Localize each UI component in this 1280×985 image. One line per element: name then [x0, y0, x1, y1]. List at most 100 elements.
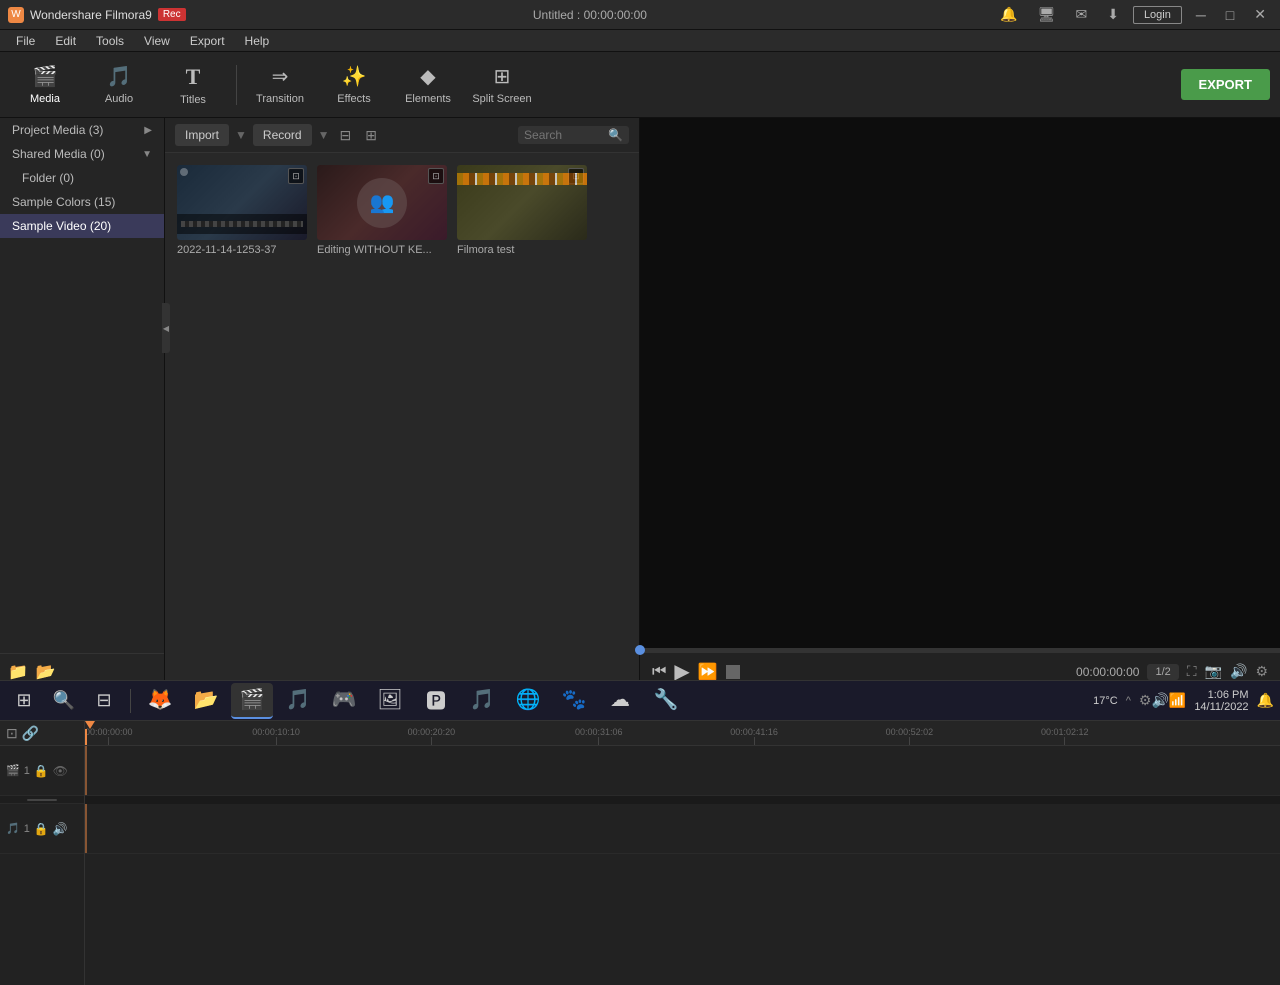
add-media-button[interactable]: 📁 [8, 662, 28, 682]
sidebar: Project Media (3) ▶ Shared Media (0) ▼ F… [0, 118, 165, 690]
maximize-button[interactable]: □ [1220, 5, 1240, 25]
system-tray-icons[interactable]: ⚙🔊📶 [1139, 692, 1186, 709]
new-folder-button[interactable]: 📂 [36, 662, 56, 682]
ruler-mark-2: 00:00:20:20 [408, 727, 456, 745]
date-display: 14/11/2022 [1194, 701, 1248, 713]
menu-edit[interactable]: Edit [47, 32, 84, 50]
login-button[interactable]: Login [1133, 6, 1182, 24]
page-indicator[interactable]: 1/2 [1147, 664, 1178, 680]
task-view-button[interactable]: ⊟ [86, 683, 122, 719]
grid-view-icon[interactable]: ⊞ [361, 125, 381, 146]
track-resize-handle[interactable] [0, 796, 84, 804]
taskbar-app-files[interactable]: 📂 [185, 683, 227, 719]
filter-icon[interactable]: ⊟ [335, 125, 355, 146]
taskbar-app-photoshop[interactable]: 🅿 [415, 683, 457, 719]
timeline-tracks[interactable] [85, 746, 1280, 985]
media-toolbar: Import ▼ Record ▼ ⊟ ⊞ 🔍 [165, 118, 639, 153]
search-icon[interactable]: 🔍 [608, 128, 623, 142]
taskbar-app-filmora[interactable]: 🎬 [231, 683, 273, 719]
video-eye-icon[interactable]: 👁 [53, 764, 68, 778]
stop-button[interactable] [726, 665, 740, 679]
video-lock-icon[interactable]: 🔒 [34, 764, 49, 778]
ruler-mark-6: 00:01:02:12 [1041, 727, 1089, 745]
ruler-mark-5: 00:00:52:02 [886, 727, 934, 745]
sidebar-item-shared-media[interactable]: Shared Media (0) ▼ [0, 142, 164, 166]
notification-center-button[interactable]: 🔔 [1257, 692, 1274, 709]
menu-tools[interactable]: Tools [88, 32, 132, 50]
toolbar-splitscreen[interactable]: ⊞ Split Screen [467, 56, 537, 114]
menu-export[interactable]: Export [182, 32, 233, 50]
taskbar-app-misc2[interactable]: ☁ [599, 683, 641, 719]
playhead-ruler-line [85, 729, 87, 746]
close-button[interactable]: ✕ [1248, 4, 1272, 25]
menu-view[interactable]: View [136, 32, 178, 50]
menu-file[interactable]: File [8, 32, 43, 50]
sidebar-collapse-toggle[interactable]: ◀ [162, 303, 170, 353]
toolbar: 🎬 Media 🎵 Audio T Titles ⇒ Transition ✨ … [0, 52, 1280, 118]
media-thumbnail-1[interactable]: ⊡ 2022-11-14-1253-37 [177, 165, 307, 678]
monitor-icon[interactable]: 🖥 [1032, 4, 1062, 25]
taskbar-app-misc3[interactable]: 🔧 [645, 683, 687, 719]
toolbar-titles[interactable]: T Titles [158, 56, 228, 114]
seekbar-thumb[interactable] [635, 645, 645, 655]
search-button[interactable]: 🔍 [46, 683, 82, 719]
taskbar-app-game[interactable]: 🎮 [323, 683, 365, 719]
sidebar-item-sample-video[interactable]: Sample Video (20) [0, 214, 164, 238]
volume-icon[interactable]: 🔊 [1230, 663, 1247, 680]
taskbar-right: 17°C ^ ⚙🔊📶 1:06 PM 14/11/2022 🔔 [1093, 689, 1274, 713]
add-track-area: ⊡ 🔗 [0, 721, 84, 746]
toolbar-elements[interactable]: ◆ Elements [393, 56, 463, 114]
minimize-button[interactable]: ─ [1190, 5, 1212, 25]
audio-lock-icon[interactable]: 🔒 [34, 822, 49, 836]
sidebar-item-sample-colors[interactable]: Sample Colors (15) [0, 190, 164, 214]
sidebar-item-folder[interactable]: Folder (0) [0, 166, 164, 190]
taskbar-app-photo[interactable]: 🖼 [369, 683, 411, 719]
go-to-start-button[interactable]: ⏮ [652, 663, 666, 681]
toolbar-effects-label: Effects [337, 93, 370, 105]
time-display: 1:06 PM [1194, 689, 1248, 701]
export-button[interactable]: EXPORT [1181, 69, 1270, 100]
taskbar-app-music[interactable]: 🎵 [277, 683, 319, 719]
download-icon[interactable]: ⬇ [1101, 4, 1125, 25]
fullscreen-icon[interactable]: ⛶ [1187, 663, 1197, 680]
media-thumbnail-3[interactable]: ⊡ Filmora test [457, 165, 587, 678]
preview-screen [640, 118, 1280, 648]
taskbar-app-spotify[interactable]: 🎵 [461, 683, 503, 719]
media-thumbnail-2[interactable]: ⊡ 👥 Editing WITHOUT KE... [317, 165, 447, 678]
taskbar-app-chrome[interactable]: 🌐 [507, 683, 549, 719]
add-scene-button[interactable]: ⊡ [6, 725, 18, 742]
audio-volume-icon[interactable]: 🔊 [53, 822, 68, 836]
fast-forward-button[interactable]: ⏩ [698, 662, 718, 682]
import-dropdown-arrow[interactable]: ▼ [235, 128, 247, 142]
toolbar-audio[interactable]: 🎵 Audio [84, 56, 154, 114]
toolbar-divider-1 [236, 65, 237, 105]
titlebar-controls: 🔔 🖥 ✉ ⬇ Login ─ □ ✕ [994, 4, 1272, 25]
rec-badge: Rec [158, 8, 186, 21]
record-button[interactable]: Record [253, 124, 312, 146]
menu-help[interactable]: Help [237, 32, 278, 50]
toolbar-media[interactable]: 🎬 Media [10, 56, 80, 114]
windows-start-button[interactable]: ⊞ [6, 683, 42, 719]
main-area: Project Media (3) ▶ Shared Media (0) ▼ F… [0, 118, 1280, 690]
search-input[interactable] [524, 128, 604, 142]
settings-icon[interactable]: ⚙ [1255, 663, 1268, 680]
taskbar-time[interactable]: 1:06 PM 14/11/2022 [1194, 689, 1248, 713]
screenshot-icon[interactable]: 📷 [1205, 663, 1222, 680]
sidebar-item-project-media[interactable]: Project Media (3) ▶ [0, 118, 164, 142]
taskbar-app-misc1[interactable]: 🐾 [553, 683, 595, 719]
timeline-ruler[interactable]: 00:00:00:00 00:00:10:10 00:00:20:20 00:0… [85, 721, 1280, 746]
link-tracks-button[interactable]: 🔗 [22, 725, 39, 742]
system-tray-expand[interactable]: ^ [1126, 695, 1131, 707]
audio-icon: 🎵 [107, 64, 132, 89]
temperature-display: 17°C [1093, 695, 1118, 707]
toolbar-effects[interactable]: ✨ Effects [319, 56, 389, 114]
audio-track-1-header: 🎵 1 🔒 🔊 [0, 804, 84, 854]
preview-seekbar[interactable] [640, 648, 1280, 652]
record-dropdown-arrow[interactable]: ▼ [318, 128, 330, 142]
mail-icon[interactable]: ✉ [1069, 4, 1093, 25]
notification-icon[interactable]: 🔔 [994, 4, 1023, 25]
import-button[interactable]: Import [175, 124, 229, 146]
menubar: File Edit Tools View Export Help [0, 30, 1280, 52]
toolbar-transition[interactable]: ⇒ Transition [245, 56, 315, 114]
taskbar-app-browser[interactable]: 🦊 [139, 683, 181, 719]
